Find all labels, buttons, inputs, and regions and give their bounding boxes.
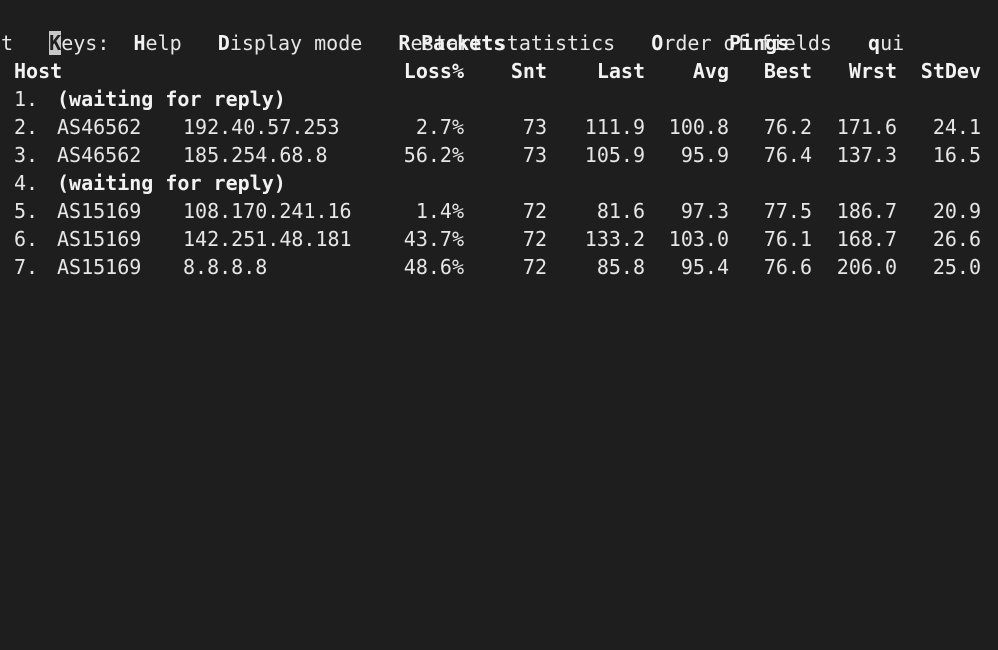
hop-asn: AS15169	[57, 227, 142, 251]
hop-last: 85.8	[596, 255, 645, 279]
hop-snt: 72	[522, 227, 547, 251]
hop-asn: AS15169	[57, 255, 142, 279]
hop-loss: 48.6%	[403, 255, 464, 279]
hop-wrst: 137.3	[836, 143, 897, 167]
hop-waiting: (waiting for reply)	[57, 87, 286, 111]
hop-number: 6.	[14, 227, 39, 251]
hop-wrst: 171.6	[836, 115, 897, 139]
hop-asn: AS15169	[57, 199, 142, 223]
hop-loss: 2.7%	[415, 115, 464, 139]
hop-ip: 8.8.8.8	[183, 255, 268, 279]
col-host: Host	[14, 59, 63, 83]
hop-row: 6. AS15169 142.251.48.181 43.7% 72 133.2…	[1, 225, 981, 253]
hop-asn: AS46562	[57, 143, 142, 167]
hop-loss: 43.7%	[403, 227, 464, 251]
hop-snt: 72	[522, 255, 547, 279]
hop-number: 1.	[14, 87, 39, 111]
hop-asn: AS46562	[57, 115, 142, 139]
hop-row: 3. AS46562 185.254.68.8 56.2% 73 105.9 9…	[1, 141, 981, 169]
packets-header: Packets	[421, 31, 506, 55]
hop-stdev: 16.5	[932, 143, 981, 167]
hop-snt: 73	[522, 143, 547, 167]
hop-number: 5.	[14, 199, 39, 223]
hop-loss: 56.2%	[403, 143, 464, 167]
hop-number: 7.	[14, 255, 39, 279]
pings-header: Pings	[729, 31, 790, 55]
hop-ip: 142.251.48.181	[183, 227, 352, 251]
hop-last: 111.9	[584, 115, 645, 139]
hop-number: 2.	[14, 115, 39, 139]
hop-last: 105.9	[584, 143, 645, 167]
hop-avg: 97.3	[680, 199, 729, 223]
col-avg: Avg	[692, 59, 729, 83]
hop-stdev: 24.1	[932, 115, 981, 139]
mtr-terminal: Keys: Help Display mode Restart statisti…	[1, 1, 981, 281]
hop-ip: 192.40.57.253	[183, 115, 340, 139]
hop-stdev: 20.9	[932, 199, 981, 223]
hop-row: 1. (waiting for reply)	[1, 85, 904, 113]
hop-snt: 72	[522, 199, 547, 223]
keys-bar: Keys: Help Display mode Restart statisti…	[1, 1, 904, 55]
col-wrst: Wrst	[848, 59, 897, 83]
hop-best: 76.2	[763, 115, 812, 139]
hop-number: 4.	[14, 171, 39, 195]
col-snt: Snt	[510, 59, 547, 83]
hop-best: 76.6	[763, 255, 812, 279]
hop-avg: 95.4	[680, 255, 729, 279]
hop-number: 3.	[14, 143, 39, 167]
hop-wrst: 186.7	[836, 199, 897, 223]
col-loss: Loss%	[403, 59, 464, 83]
hop-wrst: 206.0	[836, 255, 897, 279]
column-header-row: Host Loss% Snt Last Avg Best Wrst StDev	[1, 57, 981, 85]
hop-avg: 103.0	[668, 227, 729, 251]
hop-best: 77.5	[763, 199, 812, 223]
col-stdev: StDev	[920, 59, 981, 83]
hop-stdev: 25.0	[932, 255, 981, 279]
hop-row: 5. AS15169 108.170.241.16 1.4% 72 81.6 9…	[1, 197, 981, 225]
hop-wrst: 168.7	[836, 227, 897, 251]
hop-waiting: (waiting for reply)	[57, 171, 286, 195]
hop-row: 7. AS15169 8.8.8.8 48.6% 72 85.8 95.4 76…	[1, 253, 981, 281]
hop-ip: 185.254.68.8	[183, 143, 328, 167]
col-last: Last	[596, 59, 645, 83]
hop-avg: 100.8	[668, 115, 729, 139]
hop-row: 4. (waiting for reply)	[1, 169, 904, 197]
hop-stdev: 26.6	[932, 227, 981, 251]
quit-label-part2[interactable]: t	[1, 29, 13, 57]
col-best: Best	[763, 59, 812, 83]
hop-best: 76.1	[763, 227, 812, 251]
hop-ip: 108.170.241.16	[183, 199, 352, 223]
hop-row: 2. AS46562 192.40.57.253 2.7% 73 111.9 1…	[1, 113, 981, 141]
hop-last: 133.2	[584, 227, 645, 251]
hop-loss: 1.4%	[415, 199, 464, 223]
hop-last: 81.6	[596, 199, 645, 223]
hop-best: 76.4	[763, 143, 812, 167]
section-header-row: t Packets Pings	[1, 29, 904, 57]
hop-snt: 73	[522, 115, 547, 139]
hop-avg: 95.9	[680, 143, 729, 167]
